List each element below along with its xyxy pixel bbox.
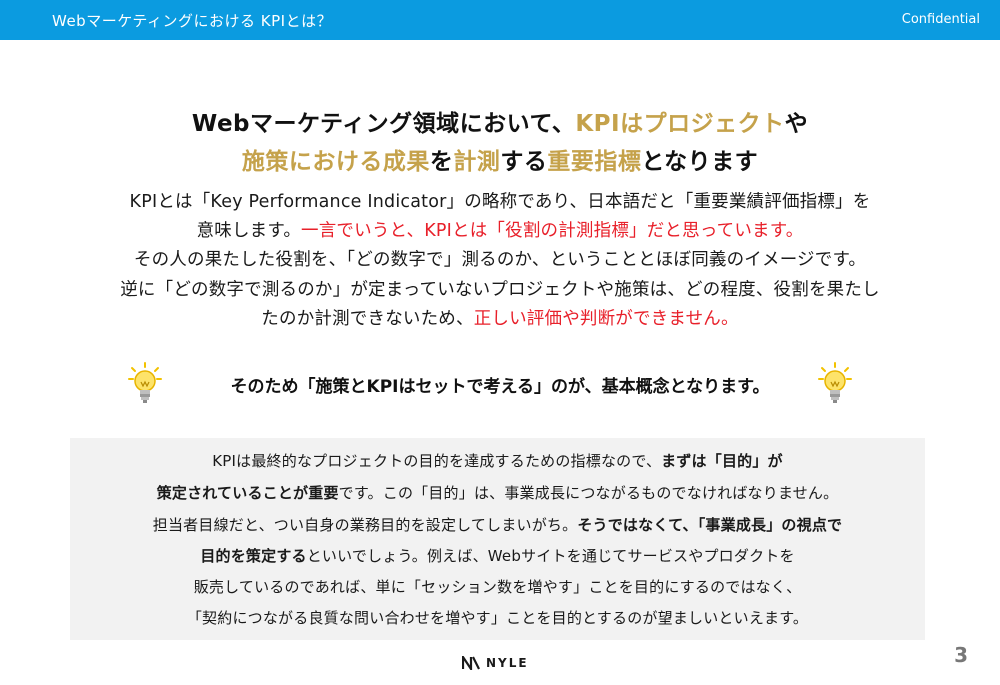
body-line-4: 逆に「どの数字で測るのか」が定まっていないプロジェクトや施策は、どの程度、役割を… [120, 280, 880, 300]
confidential-label: Confidential [901, 12, 980, 27]
header-bar: Webマーケティングにおける KPIとは？ Confidential [0, 0, 1000, 40]
box-bold: そうではなくて、「事業成長」の視点で [577, 516, 843, 534]
box-line-4: 目的を策定するといいでしょう。例えば、Webサイトを通じてサービスやプロダクトを [70, 545, 925, 566]
headline-text: を [429, 149, 454, 175]
logo-wordmark: NYLE [486, 656, 529, 670]
headline-text: する [500, 149, 548, 175]
slide-title: Webマーケティングにおける KPIとは？ [52, 12, 333, 30]
headline-text: Webマーケティング領域において、 [191, 111, 576, 137]
box-bold: まずは「目的」が [661, 452, 783, 470]
headline-line-2: 施策における成果を計測する重要指標となります [0, 142, 1000, 176]
explanation-box: KPIは最終的なプロジェクトの目的を達成するための指標なので、まずは「目的」が … [70, 438, 925, 640]
body-text: たのか計測できないため、 [261, 309, 474, 329]
box-bold: 目的を策定する [200, 547, 307, 565]
box-text: といいでしょう。例えば、Webサイトを通じてサービスやプロダクトを [306, 547, 795, 565]
headline-highlight: 施策における成果 [241, 149, 430, 175]
box-bold: 策定されていることが重要 [156, 484, 339, 502]
box-line-3: 担当者目線だと、つい自身の業務目的を設定してしまいがち。そうではなくて、「事業成… [70, 514, 925, 535]
headline-line-1: Webマーケティング領域において、KPIはプロジェクトや [0, 104, 1000, 138]
box-text: 担当者目線だと、つい自身の業務目的を設定してしまいがち。 [152, 516, 578, 534]
box-line-1: KPIは最終的なプロジェクトの目的を達成するための指標なので、まずは「目的」が [70, 450, 925, 471]
headline-highlight: KPIはプロジェクト [575, 111, 785, 137]
nyle-logo-icon [462, 656, 480, 670]
box-line-5: 販売しているのであれば、単に「セッション数を増やす」ことを目的にするのではなく、 [193, 578, 802, 596]
headline-text: や [784, 111, 809, 137]
lightbulb-icon [818, 362, 852, 403]
box-line-6: 「契約につながる良質な問い合わせを増やす」ことを目的とするのが望ましいといえます… [186, 609, 809, 627]
headline-text: となります [641, 149, 759, 175]
body-line-2: 意味します。一言でいうと、KPIとは「役割の計測指標」だと思っています。 [0, 217, 1000, 242]
body-line-5: たのか計測できないため、正しい評価や判断ができません。 [0, 305, 1000, 330]
headline-highlight: 計測 [453, 149, 501, 175]
body-line-1: KPIとは「Key Performance Indicator」の略称であり、日… [129, 192, 871, 212]
body-emphasis: 正しい評価や判断ができません。 [473, 309, 739, 329]
nyle-logo: NYLE [462, 654, 529, 672]
body-line-3: その人の果たした役割を、「どの数字で」測るのか、ということとほぼ同義のイメージで… [133, 250, 867, 270]
body-emphasis: 一言でいうと、KPIとは「役割の計測指標」だと思っています。 [301, 221, 804, 241]
page-number: 3 [954, 643, 968, 667]
box-line-2: 策定されていることが重要です。この「目的」は、事業成長につながるものでなければな… [70, 482, 925, 503]
body-text: 意味します。 [196, 221, 302, 241]
headline-highlight: 重要指標 [547, 149, 642, 175]
box-text: KPIは最終的なプロジェクトの目的を達成するための指標なので、 [212, 452, 662, 470]
box-text: です。この「目的」は、事業成長につながるものでなければなりません。 [338, 484, 839, 502]
